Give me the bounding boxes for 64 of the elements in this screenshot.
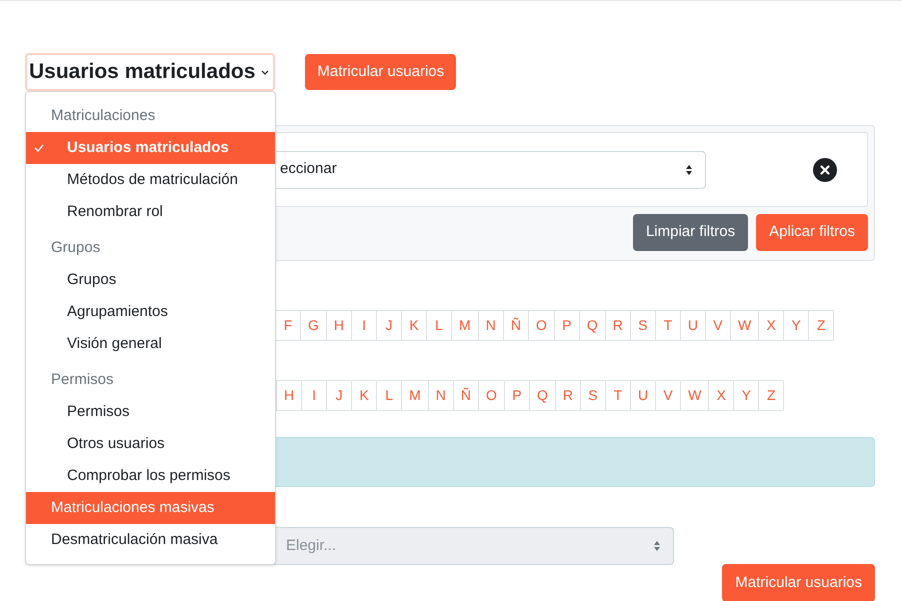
letter-link[interactable]: S <box>580 380 606 411</box>
letter-link[interactable]: T <box>654 310 681 341</box>
letter-link[interactable]: P <box>504 380 530 411</box>
letter-link[interactable]: M <box>401 380 429 411</box>
letter-link[interactable]: S <box>630 310 656 341</box>
menu-heading: Permisos <box>50 370 115 390</box>
menu-item[interactable]: Comprobar los permisos <box>26 460 275 492</box>
menu-item[interactable]: Matriculaciones masivas <box>26 492 275 524</box>
menu-item[interactable]: Otros usuarios <box>26 428 275 460</box>
menu-heading: Grupos <box>50 238 102 258</box>
letter-link[interactable]: U <box>630 380 656 411</box>
letter-link[interactable]: Z <box>808 310 834 341</box>
close-icon[interactable] <box>813 158 837 182</box>
letter-link[interactable]: Y <box>733 380 760 411</box>
letter-link[interactable]: K <box>351 380 378 411</box>
enrol-users-button[interactable]: Matricular usuarios <box>305 54 456 90</box>
letter-link[interactable]: U <box>680 310 706 341</box>
letter-link[interactable]: Y <box>783 310 810 341</box>
letter-link[interactable]: Ñ <box>452 380 480 411</box>
menu-heading: Matriculaciones <box>50 106 156 126</box>
letter-link[interactable]: Z <box>758 380 784 411</box>
letter-link[interactable]: Q <box>578 310 606 341</box>
letter-link[interactable]: G <box>300 310 327 341</box>
sort-arrows-icon <box>653 540 661 552</box>
page-select[interactable]: Usuarios matriculados <box>25 53 276 91</box>
letter-link[interactable]: K <box>401 310 428 341</box>
letter-link[interactable]: R <box>554 380 581 411</box>
letter-link[interactable]: M <box>451 310 479 341</box>
chevron-down-icon <box>261 70 270 74</box>
menu-item[interactable]: Renombrar rol <box>26 196 275 228</box>
letter-link[interactable]: H <box>326 310 352 341</box>
letter-link[interactable]: L <box>426 310 452 341</box>
letter-link[interactable]: J <box>376 310 402 341</box>
letter-link[interactable]: P <box>554 310 580 341</box>
letter-link[interactable]: V <box>655 380 682 411</box>
letter-link[interactable]: L <box>376 380 402 411</box>
letter-link[interactable]: H <box>276 380 302 411</box>
letter-link[interactable]: W <box>730 310 760 341</box>
letter-link[interactable]: T <box>604 380 631 411</box>
letter-link[interactable]: O <box>528 310 555 341</box>
letter-link[interactable]: V <box>704 310 731 341</box>
menu-item[interactable]: Agrupamientos <box>26 296 275 328</box>
menu-item[interactable]: Permisos <box>26 396 275 428</box>
menu-item[interactable]: Grupos <box>26 264 275 296</box>
letter-link[interactable]: N <box>428 380 454 411</box>
letter-link[interactable]: X <box>708 380 734 411</box>
letter-link[interactable]: N <box>478 310 504 341</box>
letter-link[interactable]: R <box>604 310 631 341</box>
menu-item[interactable]: Visión general <box>26 328 275 360</box>
sort-arrows-icon <box>685 164 693 176</box>
letter-link[interactable]: X <box>758 310 784 341</box>
letter-link[interactable]: I <box>351 310 378 341</box>
letter-link[interactable]: Q <box>528 380 556 411</box>
letter-link[interactable]: O <box>478 380 505 411</box>
letter-link[interactable]: W <box>680 380 710 411</box>
apply-filters-button[interactable]: Aplicar filtros <box>756 214 868 251</box>
letter-link[interactable]: F <box>275 310 301 341</box>
enrol-users-button[interactable]: Matricular usuarios <box>722 564 875 601</box>
menu-item[interactable]: Usuarios matriculados <box>26 132 275 164</box>
check-icon <box>34 144 44 152</box>
letter-link[interactable]: J <box>326 380 352 411</box>
letter-link[interactable]: Ñ <box>502 310 529 341</box>
clear-filters-button[interactable]: Limpiar filtros <box>632 214 748 251</box>
letter-link[interactable]: I <box>301 380 328 411</box>
